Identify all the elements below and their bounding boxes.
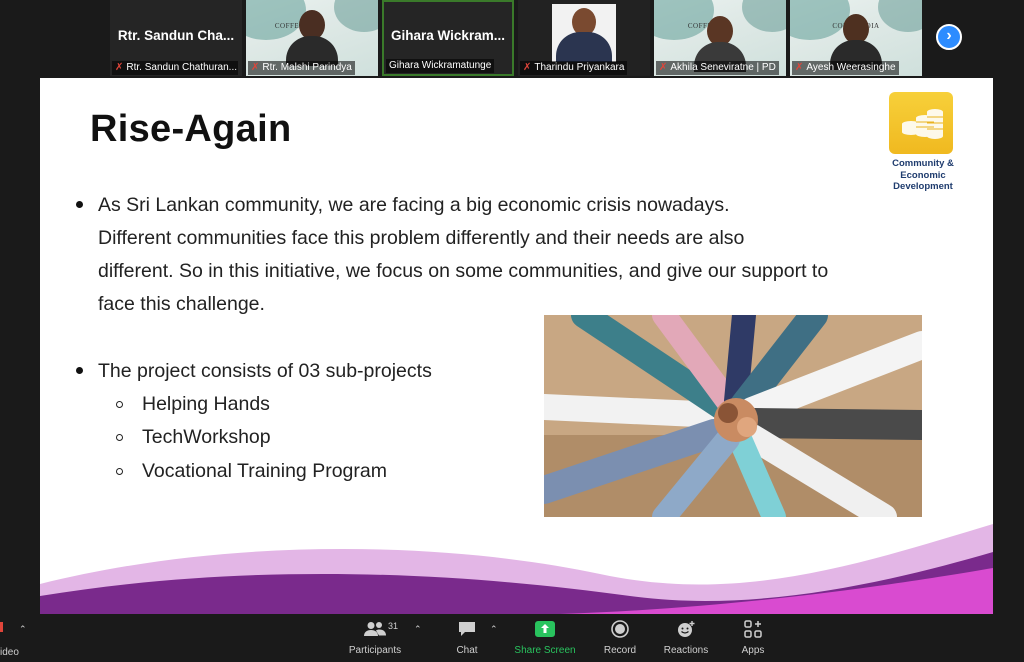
sub-project-item: Helping Hands [116, 393, 270, 416]
reactions-button[interactable]: Reactions [660, 618, 712, 656]
participant-name-label: ✗ Tharindu Priyankara [520, 61, 628, 75]
mic-muted-icon: ✗ [115, 62, 124, 73]
participant-video [552, 4, 616, 62]
participant-name-label: Gihara Wickramatunge [386, 59, 495, 73]
participant-display-name: Gihara Wickram... [391, 28, 505, 43]
mic-muted-icon: ✗ [659, 62, 668, 73]
chevron-up-icon[interactable]: ⌃ [19, 624, 27, 635]
participant-tile-active-speaker[interactable]: Gihara Wickram... Gihara Wickramatunge [382, 0, 514, 76]
participant-display-name: Rtr. Sandun Cha... [117, 28, 235, 43]
participant-tile[interactable]: ✗ Tharindu Priyankara [518, 0, 650, 76]
participant-tile[interactable]: COFFE ✗ Rtr. Malshi Parindya [246, 0, 378, 76]
participant-tile[interactable]: Rtr. Sandun Cha... ✗ Rtr. Sandun Chathura… [110, 0, 242, 76]
emoji-add-icon [660, 618, 712, 640]
video-button-label[interactable]: ideo [0, 647, 19, 658]
participant-video [286, 10, 338, 66]
video-off-icon[interactable] [0, 622, 3, 632]
participant-name-label: ✗ Ayesh Weerasinghe [792, 61, 899, 75]
participant-strip: Rtr. Sandun Cha... ✗ Rtr. Sandun Chathura… [0, 0, 1024, 78]
record-button[interactable]: Record [600, 618, 640, 656]
chat-button[interactable]: Chat [447, 618, 487, 656]
participant-tile[interactable]: COFFE ✗ Akhila Seneviratne | PD [654, 0, 786, 76]
participant-name-label: ✗ Akhila Seneviratne | PD [656, 61, 779, 75]
apps-button[interactable]: Apps [733, 618, 773, 656]
participant-count-badge: 31 [388, 621, 399, 631]
coins-logo-icon [889, 92, 953, 154]
meeting-toolbar: ⌃ ideo Participants 31 ⌃ Chat ⌃ Share Sc… [0, 614, 1024, 662]
participant-name-label: ✗ Rtr. Sandun Chathuran... [112, 61, 238, 75]
hollow-bullet-icon [116, 468, 123, 475]
slide-title: Rise-Again [90, 108, 292, 150]
chevron-up-icon[interactable]: ⌃ [490, 624, 498, 635]
mic-muted-icon: ✗ [795, 62, 804, 73]
bullet-paragraph: The project consists of 03 sub-projects [76, 355, 432, 388]
sub-project-item: TechWorkshop [116, 426, 271, 449]
bullet-dot-icon [76, 367, 83, 374]
decorative-wave [40, 524, 993, 614]
next-participants-button[interactable]: › [936, 24, 962, 50]
chevron-right-icon: › [946, 27, 952, 44]
participant-name-label: ✗ Rtr. Malshi Parindya [248, 61, 355, 75]
record-icon [600, 618, 640, 640]
mic-muted-icon: ✗ [251, 62, 260, 73]
chat-icon [447, 618, 487, 640]
participant-tile[interactable]: COFFE MOIA ✗Ayesh Weerasinghe [790, 0, 922, 76]
hands-together-photo [544, 315, 922, 517]
hollow-bullet-icon [116, 401, 123, 408]
chevron-up-icon[interactable]: ⌃ [414, 624, 422, 635]
share-screen-icon [512, 618, 578, 640]
apps-icon [733, 618, 773, 640]
shared-screen-slide: Rise-Again Community & Economic Developm… [40, 78, 993, 614]
sub-project-item: Vocational Training Program [116, 460, 387, 483]
bullet-dot-icon [76, 201, 83, 208]
share-screen-button[interactable]: Share Screen [512, 618, 578, 656]
mic-muted-icon: ✗ [523, 62, 532, 73]
logo-caption: Community & Economic Development [892, 158, 954, 192]
bullet-paragraph: As Sri Lankan community, we are facing a… [76, 189, 828, 321]
hollow-bullet-icon [116, 434, 123, 441]
